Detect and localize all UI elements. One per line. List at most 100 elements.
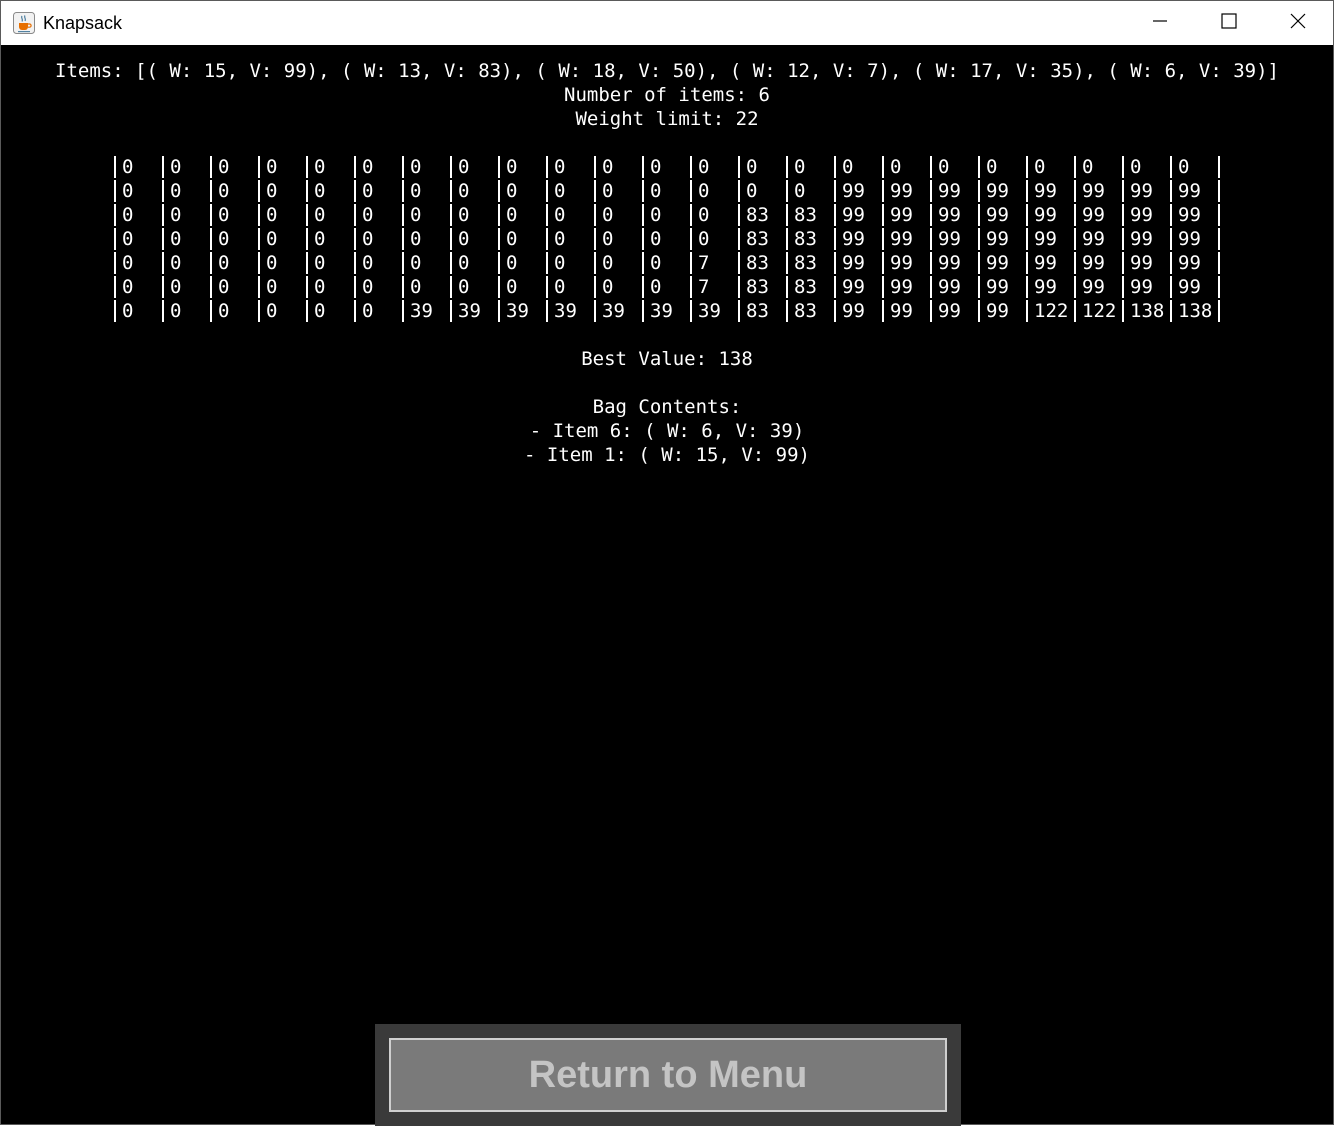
title-bar[interactable]: Knapsack bbox=[1, 1, 1333, 45]
table-cell: 0 bbox=[1026, 156, 1074, 178]
table-cell: 0 bbox=[546, 204, 594, 226]
table-cell: 0 bbox=[546, 156, 594, 178]
table-cell: 99 bbox=[1122, 228, 1170, 250]
table-cell: 0 bbox=[258, 300, 306, 322]
table-cell: 0 bbox=[1170, 156, 1218, 178]
minimize-button[interactable] bbox=[1126, 1, 1194, 45]
table-cell: 99 bbox=[930, 180, 978, 202]
return-to-menu-button[interactable]: Return to Menu bbox=[389, 1038, 947, 1112]
table-cell: 0 bbox=[690, 180, 738, 202]
table-cell: 0 bbox=[498, 228, 546, 250]
table-cell: 0 bbox=[594, 156, 642, 178]
table-cell: 0 bbox=[306, 228, 354, 250]
table-cell: 0 bbox=[162, 204, 210, 226]
table-cell: 0 bbox=[354, 180, 402, 202]
dp-table: 0 0 0 0 0 0 0 0 0 0 0 0 0 0 0 0 0 0 0 0 0 0 0 0 0 0 0 0 0 0 0 0 0 0 0 0 0 0 99… bbox=[1, 155, 1333, 323]
table-cell: 83 bbox=[738, 252, 786, 274]
table-cell: 99 bbox=[1026, 276, 1074, 298]
table-cell: 0 bbox=[450, 156, 498, 178]
table-cell: 99 bbox=[1122, 276, 1170, 298]
table-cell: 99 bbox=[1170, 180, 1218, 202]
table-cell: 7 bbox=[690, 252, 738, 274]
table-cell: 0 bbox=[738, 180, 786, 202]
table-cell: 99 bbox=[1170, 204, 1218, 226]
table-cell: 0 bbox=[642, 180, 690, 202]
table-cell: 0 bbox=[594, 180, 642, 202]
table-cell: 99 bbox=[834, 180, 882, 202]
table-cell: 0 bbox=[786, 156, 834, 178]
table-cell: 99 bbox=[882, 180, 930, 202]
table-cell: 99 bbox=[1122, 204, 1170, 226]
table-cell: 99 bbox=[1074, 252, 1122, 274]
table-cell: 0 bbox=[354, 156, 402, 178]
table-cell: 0 bbox=[354, 204, 402, 226]
table-cell: 0 bbox=[162, 156, 210, 178]
table-cell: 0 bbox=[354, 228, 402, 250]
table-cell: 99 bbox=[1074, 180, 1122, 202]
table-cell: 99 bbox=[978, 204, 1026, 226]
table-cell: 0 bbox=[258, 204, 306, 226]
table-cell: 99 bbox=[1026, 180, 1074, 202]
table-cell: 99 bbox=[882, 276, 930, 298]
table-cell: 0 bbox=[114, 204, 162, 226]
table-row: 0 0 0 0 0 0 0 0 0 0 0 0 0 0 0 99 99 99 99 99 99 99 99 bbox=[1, 179, 1333, 203]
best-value: Best Value: 138 bbox=[581, 348, 753, 370]
close-button[interactable] bbox=[1264, 1, 1332, 45]
table-cell: 0 bbox=[690, 228, 738, 250]
output-area: Items: [( W: 15, V: 99), ( W: 13, V: 83)… bbox=[1, 45, 1333, 1024]
table-cell: 0 bbox=[162, 180, 210, 202]
table-cell: 0 bbox=[114, 156, 162, 178]
table-cell: 138 bbox=[1122, 300, 1170, 322]
bag-item: - Item 6: ( W: 6, V: 39) bbox=[529, 420, 805, 442]
table-cell: 99 bbox=[1074, 276, 1122, 298]
table-cell: 99 bbox=[978, 300, 1026, 322]
table-cell: 83 bbox=[786, 204, 834, 226]
table-cell: 39 bbox=[642, 300, 690, 322]
table-cell: 83 bbox=[738, 228, 786, 250]
maximize-button[interactable] bbox=[1195, 1, 1263, 45]
table-cell: 0 bbox=[306, 252, 354, 274]
close-icon bbox=[1290, 13, 1306, 34]
table-cell: 0 bbox=[786, 180, 834, 202]
table-cell: 0 bbox=[162, 228, 210, 250]
table-cell: 7 bbox=[690, 276, 738, 298]
table-cell: 0 bbox=[354, 252, 402, 274]
bag-item: - Item 1: ( W: 15, V: 99) bbox=[524, 444, 810, 466]
table-cell: 0 bbox=[546, 228, 594, 250]
maximize-icon bbox=[1221, 12, 1237, 34]
window-title: Knapsack bbox=[43, 13, 123, 33]
table-cell: 0 bbox=[402, 156, 450, 178]
table-cell: 0 bbox=[114, 228, 162, 250]
table-cell: 83 bbox=[738, 204, 786, 226]
table-cell: 99 bbox=[978, 252, 1026, 274]
table-cell: 99 bbox=[834, 276, 882, 298]
table-cell: 0 bbox=[306, 276, 354, 298]
table-cell: 83 bbox=[738, 276, 786, 298]
table-cell: 99 bbox=[1074, 228, 1122, 250]
table-cell: 0 bbox=[498, 204, 546, 226]
number-of-items: Number of items: 6 bbox=[564, 84, 770, 106]
table-cell: 0 bbox=[498, 252, 546, 274]
table-cell: 0 bbox=[258, 156, 306, 178]
table-cell: 0 bbox=[882, 156, 930, 178]
table-cell: 0 bbox=[546, 252, 594, 274]
table-cell: 39 bbox=[546, 300, 594, 322]
table-cell: 0 bbox=[978, 156, 1026, 178]
table-row: 0 0 0 0 0 0 39 39 39 39 39 39 39 83 83 99 99 99 99 122 122 13… bbox=[1, 299, 1333, 323]
table-cell: 0 bbox=[594, 228, 642, 250]
table-cell: 99 bbox=[930, 300, 978, 322]
table-cell: 99 bbox=[1026, 252, 1074, 274]
table-cell: 0 bbox=[210, 276, 258, 298]
table-cell: 83 bbox=[786, 276, 834, 298]
table-cell: 0 bbox=[402, 180, 450, 202]
table-cell: 0 bbox=[690, 156, 738, 178]
table-cell: 0 bbox=[594, 276, 642, 298]
row-end-divider bbox=[1218, 180, 1220, 202]
row-end-divider bbox=[1218, 252, 1220, 274]
knapsack-window: Knapsack Items: [( W: 15, V: 99), ( W: 1… bbox=[0, 0, 1334, 1126]
table-cell: 39 bbox=[498, 300, 546, 322]
table-cell: 0 bbox=[402, 252, 450, 274]
table-cell: 0 bbox=[306, 156, 354, 178]
row-end-divider bbox=[1218, 156, 1220, 178]
table-row: 0 0 0 0 0 0 0 0 0 0 0 0 7 83 83 99 99 99 99 99 99 99 99 bbox=[1, 275, 1333, 299]
